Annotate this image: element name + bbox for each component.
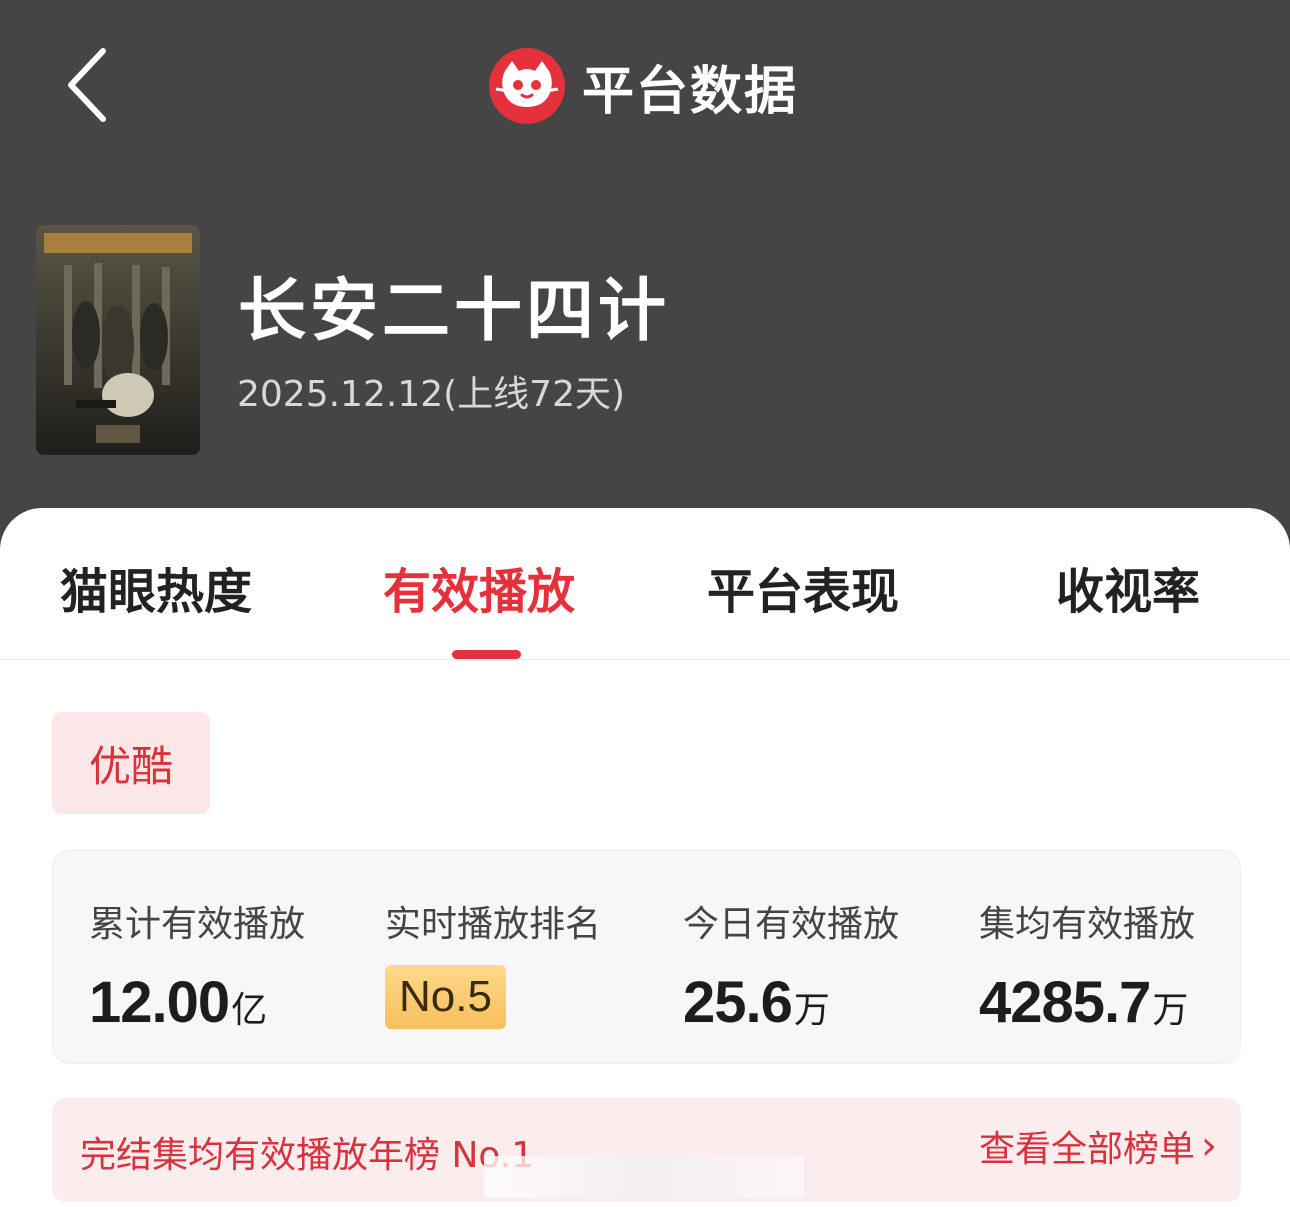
stat-today-play: 今日有效播放 25.6万 (683, 895, 899, 1036)
page-title: 平台数据 (582, 61, 799, 122)
back-button[interactable] (52, 40, 122, 130)
watermark-overlay (484, 1156, 804, 1198)
content-panel: 猫眼热度 有效播放 平台表现 收视率 优酷 累计有效播放 12.00亿 实时播放… (0, 508, 1290, 1207)
stat-label: 累计有效播放 (89, 904, 306, 945)
header-title-group: 平台数据 (488, 46, 798, 126)
header-bar: 平台数据 长安二十四计 2025.12.12(上线72天) (0, 0, 1290, 520)
tab-maoyan-heat[interactable]: 猫眼热度 (60, 552, 252, 622)
tab-bar: 猫眼热度 有效播放 平台表现 收视率 (0, 508, 1290, 660)
maoyan-cat-logo-icon (489, 48, 565, 124)
rank-banner-text: 完结集均有效播放年榜 No.1 (80, 1135, 535, 1176)
chevron-left-icon (68, 48, 106, 122)
chevron-right-icon: › (1201, 1123, 1217, 1169)
active-tab-indicator (452, 650, 521, 659)
stat-avg-episode-play: 集均有效播放 4285.7万 (979, 895, 1195, 1036)
tab-platform-performance[interactable]: 平台表现 (707, 552, 899, 622)
stat-value: 12.00亿 (89, 970, 267, 1035)
show-title: 长安二十四计 (238, 272, 671, 351)
stat-value: 4285.7万 (979, 970, 1188, 1035)
rank-badge: No.5 (385, 965, 506, 1029)
stat-label: 实时播放排名 (385, 904, 602, 945)
view-all-rankings-link[interactable]: 查看全部榜单 › (979, 1120, 1217, 1172)
stat-realtime-rank: 实时播放排名 No.5 (385, 895, 601, 1029)
stat-value: 25.6万 (683, 970, 830, 1035)
stat-label: 集均有效播放 (979, 904, 1196, 945)
stats-card: 累计有效播放 12.00亿 实时播放排名 No.5 今日有效播放 25.6万 集… (52, 850, 1241, 1064)
show-release-date: 2025.12.12(上线72天) (237, 374, 626, 415)
stat-total-play: 累计有效播放 12.00亿 (89, 895, 305, 1036)
tab-ratings[interactable]: 收视率 (1056, 552, 1200, 622)
show-poster-image[interactable] (36, 225, 200, 455)
tab-effective-play[interactable]: 有效播放 (383, 552, 575, 622)
stat-label: 今日有效播放 (683, 904, 900, 945)
platform-chip-youku[interactable]: 优酷 (52, 712, 210, 814)
